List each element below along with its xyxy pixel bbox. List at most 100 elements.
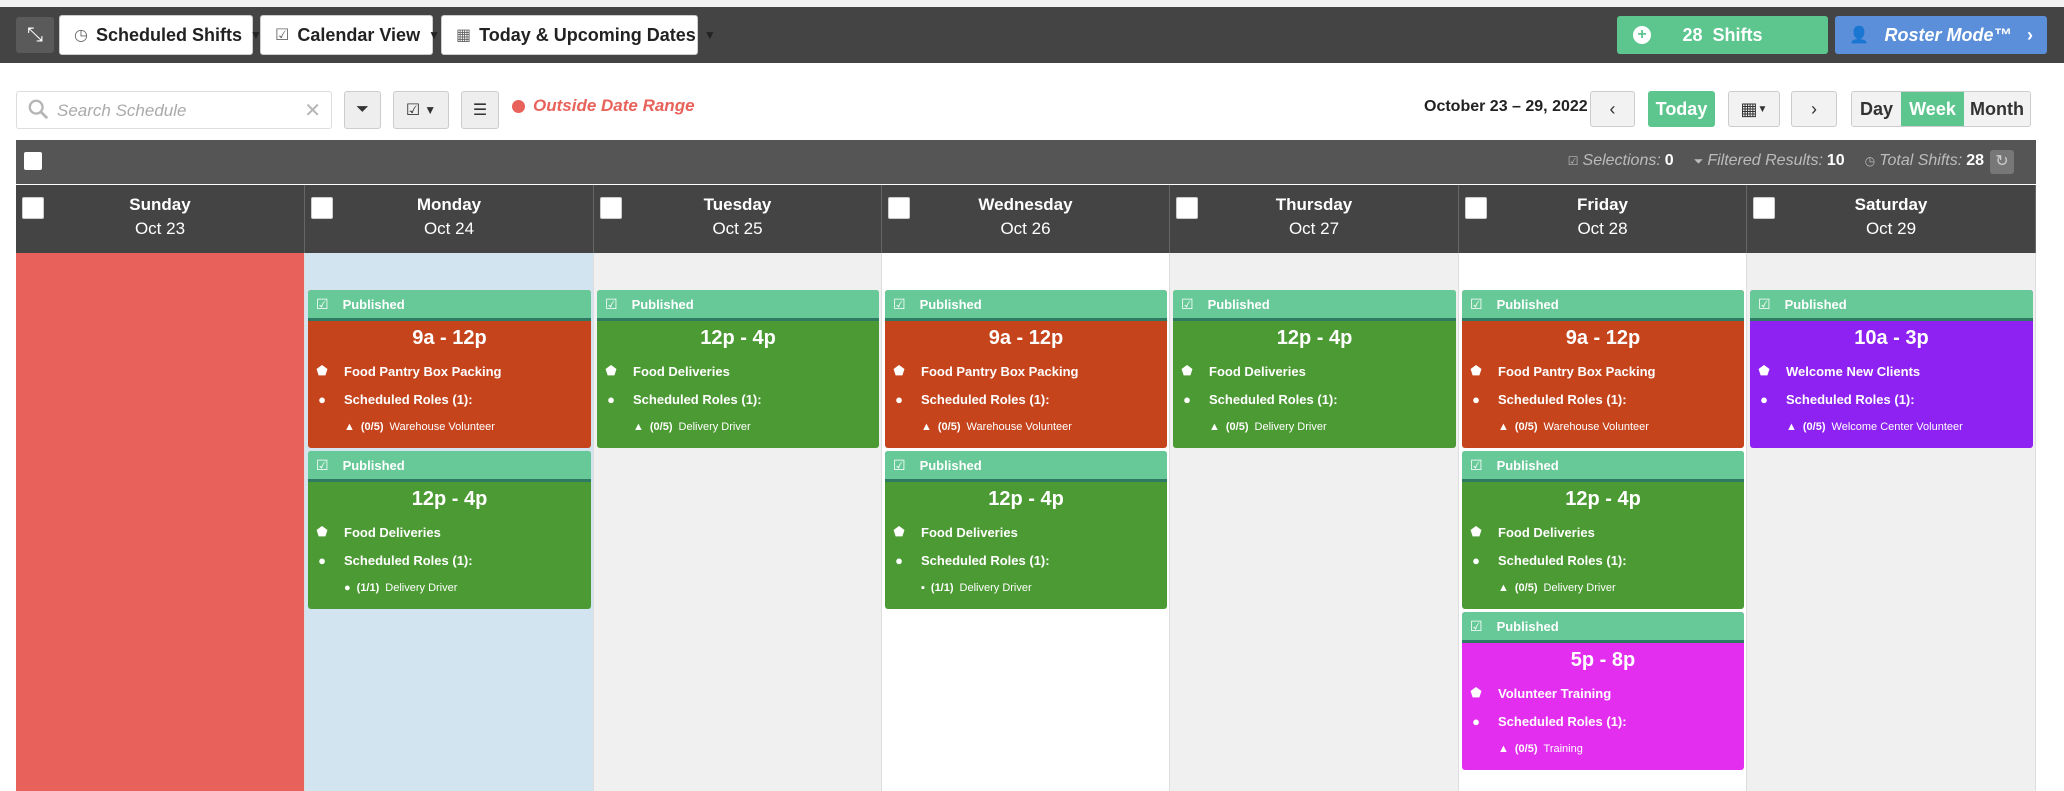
shift-name-row: ⬟ Food Pantry Box Packing [1462,363,1744,379]
warning-icon: ▲ [1498,421,1509,433]
day-date: Oct 27 [1288,219,1340,238]
shift-card[interactable]: ☑ Published 12p - 4p ⬟ Food Deliveries ● Sched… [308,451,591,609]
shift-role-row: ▲ (0/5) Warehouse Volunteer [1462,421,1744,433]
role-name: Warehouse Volunteer [1543,421,1649,433]
shift-status-bar: ☑ Published [308,290,591,321]
shift-time: 12p - 4p [1276,327,1353,349]
search-input[interactable] [57,100,297,122]
shift-card[interactable]: ☑ Published 9a - 12p ⬟ Food Pantry Box Packi… [308,290,591,448]
add-shift-button[interactable]: + 28 Shifts [1617,16,1828,54]
day-name: Wednesday [978,195,1073,214]
day-select-checkbox[interactable] [311,197,333,219]
warning-icon: ▲ [921,421,932,433]
shift-card[interactable]: ☑ Published 9a - 12p ⬟ Food Pantry Box Packi… [1462,290,1744,448]
tag-icon: ⬟ [316,524,328,539]
select-all-checkbox[interactable] [24,152,42,170]
view-day-button[interactable]: Day [1852,92,1901,126]
day-select-checkbox[interactable] [888,197,910,219]
day-date: Oct 24 [423,219,475,238]
day-header-sunday: Sunday Oct 23 [16,185,305,253]
refresh-icon: ↻ [1995,153,2009,170]
tag-icon: ⬟ [316,363,328,378]
shift-time: 9a - 12p [412,327,487,349]
select-dropdown-button[interactable]: ☑ ▼ [393,91,449,129]
shift-time: 12p - 4p [988,488,1064,510]
shift-name: Food Pantry Box Packing [921,363,1079,379]
shifts-label: Shifts [1712,24,1763,45]
role-name: Warehouse Volunteer [966,421,1072,433]
toolbar: ⤡ ◷ Scheduled Shifts ▼ ☑ Calendar View ▼… [0,7,2064,63]
day-date: Oct 26 [1000,219,1051,238]
checkbox-icon: ☑ [1567,154,1579,168]
shift-status: Published [919,457,982,473]
calendar-view-dropdown[interactable]: ☑ Calendar View ▼ [260,15,440,55]
search-icon [28,99,49,120]
prev-week-button[interactable]: ‹ [1590,91,1635,127]
user-icon: ● [607,392,615,407]
user-plus-icon: 👤 [1849,27,1869,44]
shift-name-row: ⬟ Welcome New Clients [1750,363,2033,379]
scheduled-roles-label: Scheduled Roles (1): [1498,714,1627,729]
selections-stat: ☑ Selections: 0 [1567,152,1674,169]
tag-icon: ⬟ [1758,363,1770,378]
published-check-icon: ☑ [1181,295,1194,312]
date-range-label: October 23 – 29, 2022 [1424,98,1588,115]
roster-mode-button[interactable]: 👤 Roster Mode™ › [1835,16,2047,54]
shift-count: 28 [1682,24,1703,45]
day-select-checkbox[interactable] [600,197,622,219]
day-name: Monday [416,195,482,214]
role-count: (0/5) [649,421,673,433]
tag-icon: ⬟ [893,524,905,539]
shift-role-row: ● (1/1) Delivery Driver [308,582,591,594]
view-month-button[interactable]: Month [1964,92,2030,126]
user-icon: ● [895,392,903,407]
shift-status-bar: ☑ Published [1462,612,1744,643]
date-picker-button[interactable]: ▦ ▼ [1728,91,1780,127]
date-filter-dropdown[interactable]: ▦ Today & Upcoming Dates ▼ [441,15,716,55]
day-date: Oct 28 [1577,219,1628,238]
shift-card[interactable]: ☑ Published 5p - 8p ⬟ Volunteer Training ● Sch… [1462,612,1744,770]
shift-name-row: ⬟ Food Deliveries [1462,524,1744,540]
shift-card[interactable]: ☑ Published 12p - 4p ⬟ Food Deliveries ● Sched… [597,290,879,448]
scheduled-shifts-label: Scheduled Shifts [95,24,242,45]
shift-card[interactable]: ☑ Published 12p - 4p ⬟ Food Deliveries ● Sched… [1173,290,1456,448]
day-date: Oct 29 [1865,219,1917,238]
expand-icon: ⤡ [27,23,43,46]
role-count: (1/1) [930,582,954,594]
refresh-button[interactable]: ↻ [1990,150,2014,174]
day-header-saturday: Saturday Oct 29 [1747,185,2036,253]
shift-card[interactable]: ☑ Published 10a - 3p ⬟ Welcome New Clients ● S… [1750,290,2033,448]
day-column-sunday[interactable] [16,253,305,791]
shift-roles-row: ● Scheduled Roles (1): [1173,392,1456,407]
role-name: Delivery Driver [678,421,751,433]
shift-name-row: ⬟ Volunteer Training [1462,685,1744,701]
outside-date-range-label: Outside Date Range [533,96,695,115]
shift-card[interactable]: ☑ Published 12p - 4p ⬟ Food Deliveries ● Sched… [885,451,1167,609]
warning-icon: ▲ [1498,743,1509,755]
scheduled-roles-label: Scheduled Roles (1): [1498,392,1627,407]
shift-card[interactable]: ☑ Published 12p - 4p ⬟ Food Deliveries ● Sched… [1462,451,1744,609]
day-select-checkbox[interactable] [1176,197,1198,219]
day-name: Friday [1576,195,1629,214]
shift-status: Published [1496,618,1559,634]
shift-role-row: ▲ (0/5) Training [1462,743,1744,755]
shift-card[interactable]: ☑ Published 9a - 12p ⬟ Food Pantry Box Packi… [885,290,1167,448]
shift-name-row: ⬟ Food Deliveries [1173,363,1456,379]
scheduled-shifts-dropdown[interactable]: ◷ Scheduled Shifts ▼ [59,15,262,55]
today-button[interactable]: Today [1648,91,1715,127]
day-select-checkbox[interactable] [1465,197,1487,219]
shift-role-row: ▲ (0/5) Delivery Driver [597,421,879,433]
list-view-button[interactable]: ☰ [461,91,499,129]
view-week-button[interactable]: Week [1901,92,1964,126]
tag-icon: ⬟ [893,363,905,378]
filter-button[interactable]: ⏷ [344,91,381,129]
next-week-button[interactable]: › [1791,91,1837,127]
user-icon: ● [895,553,903,568]
expand-button[interactable]: ⤡ [16,17,54,53]
role-name: Delivery Driver [959,582,1032,594]
clear-search-icon[interactable]: ✕ [304,98,321,123]
shift-status: Published [1496,296,1559,312]
day-select-checkbox[interactable] [1753,197,1775,219]
day-select-checkbox[interactable] [22,197,44,219]
day-name: Saturday [1854,195,1928,214]
